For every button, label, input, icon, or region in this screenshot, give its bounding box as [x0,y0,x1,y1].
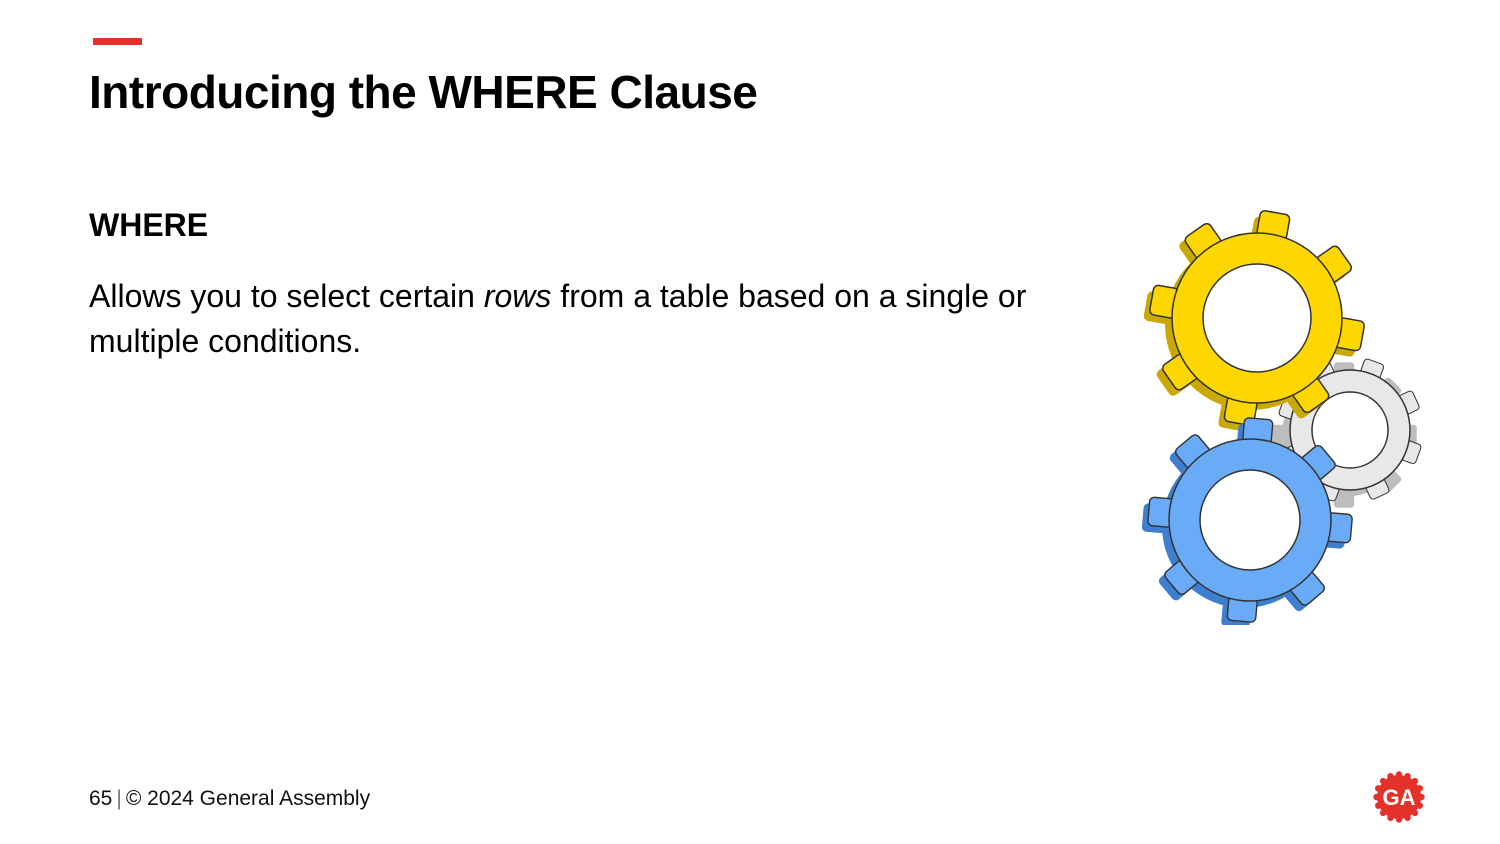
page-number: 65 [89,787,113,810]
logo-text: GA [1383,785,1416,810]
description-text-start: Allows you to select certain [89,278,484,314]
general-assembly-logo-icon: GA [1373,771,1425,823]
blue-gear-icon [1141,416,1354,625]
gears-icon [1141,209,1423,625]
copyright-text: © 2024 General Assembly [125,787,371,810]
slide-title: Introducing the WHERE Clause [89,66,758,118]
description-emphasis: rows [483,278,552,314]
footer-separator: | [116,787,122,810]
term-heading: WHERE [89,207,209,243]
slide-footer: 65 | © 2024 General Assembly [89,786,370,812]
term-description: Allows you to select certain rows from a… [89,274,1049,364]
title-accent-bar [93,38,142,45]
